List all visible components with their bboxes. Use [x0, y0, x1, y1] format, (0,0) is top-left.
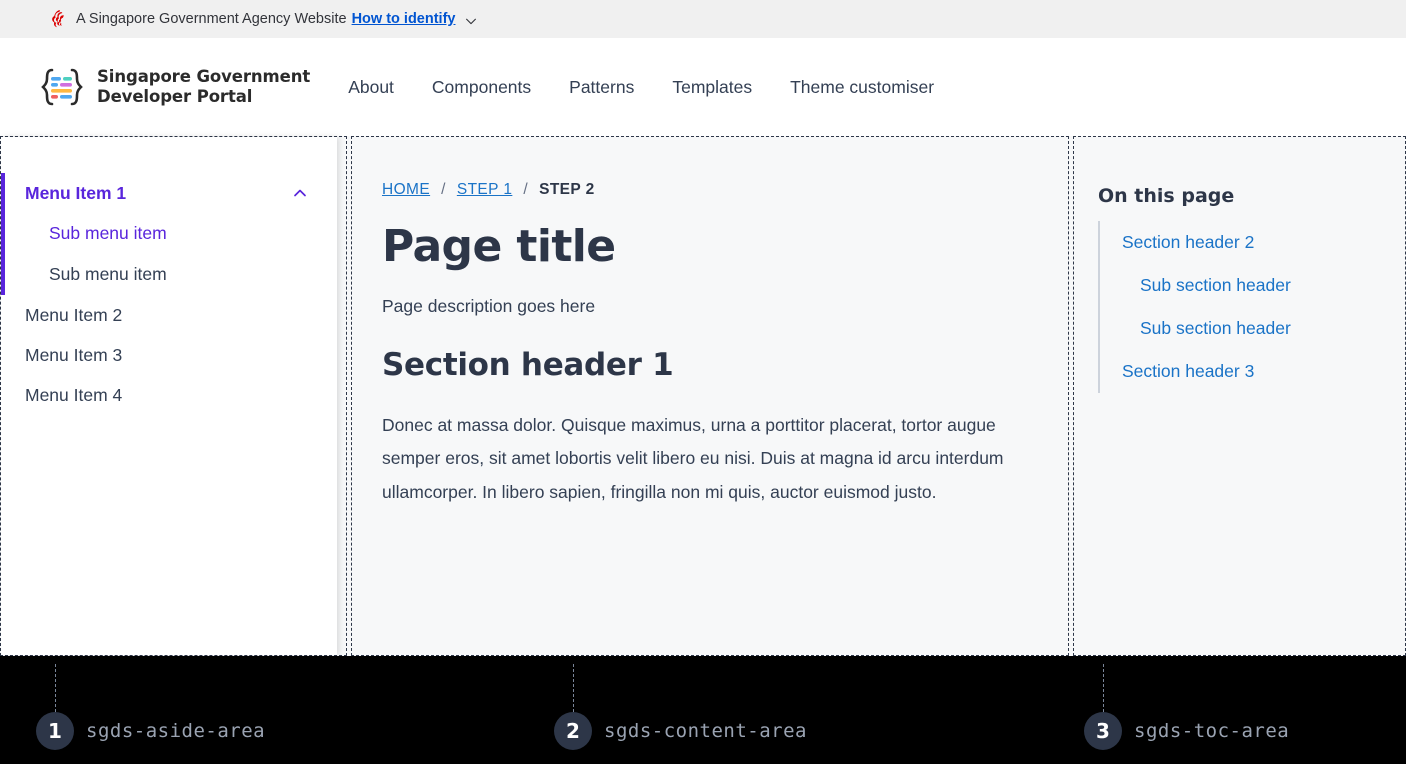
nav-link-about[interactable]: About	[348, 77, 394, 98]
brand-line-2: Developer Portal	[97, 87, 253, 106]
callout-content: 2 sgds-content-area	[554, 664, 807, 750]
toc-list: Section header 2 Sub section header Sub …	[1098, 221, 1385, 393]
sgds-aside-area: Menu Item 1 Sub menu item Sub menu item …	[0, 136, 347, 656]
sgds-braces-logo-icon	[41, 68, 83, 106]
sidebar-subitem-1[interactable]: Sub menu item	[5, 213, 337, 254]
nav-link-templates[interactable]: Templates	[672, 77, 752, 98]
breadcrumb-separator: /	[523, 181, 529, 198]
page-description: Page description goes here	[382, 296, 596, 316]
callout-label-toc: sgds-toc-area	[1134, 720, 1290, 742]
sidebar-item-menu-item-4[interactable]: Menu Item 4	[1, 375, 337, 415]
section-body-text: Donec at massa dolor. Quisque maximus, u…	[382, 415, 1004, 502]
masthead-bar: A Singapore Government Agency Website Ho…	[0, 0, 1406, 38]
sidebar-item-label: Menu Item 3	[25, 344, 123, 365]
callout-badge-1: 1	[36, 712, 74, 750]
chevron-down-icon[interactable]	[464, 14, 478, 28]
callout-toc: 3 sgds-toc-area	[1084, 664, 1290, 750]
callout-leader-line	[55, 664, 56, 712]
masthead-text: A Singapore Government Agency Website	[76, 11, 347, 27]
breadcrumb-separator: /	[441, 181, 446, 198]
toc-title: On this page	[1098, 185, 1235, 207]
page-title: Page title	[382, 221, 616, 272]
sidebar-item-menu-item-3[interactable]: Menu Item 3	[1, 335, 337, 375]
sidebar-item-label: Menu Item 4	[25, 384, 123, 405]
sidebar-group-1: Menu Item 1 Sub menu item Sub menu item	[1, 173, 337, 295]
callout-badge-3: 3	[1084, 712, 1122, 750]
section-header-1: Section header 1	[382, 347, 674, 383]
callout-label-content: sgds-content-area	[604, 720, 807, 742]
callout-leader-line	[1103, 664, 1104, 712]
side-nav: Menu Item 1 Sub menu item Sub menu item …	[1, 137, 337, 655]
chevron-up-icon[interactable]	[291, 184, 309, 202]
site-header: Singapore Government Developer Portal Ab…	[0, 38, 1406, 136]
brand-text: Singapore Government Developer Portal	[97, 67, 310, 107]
sidebar-subitem-2[interactable]: Sub menu item	[5, 254, 337, 295]
toc-link-section-header-3[interactable]: Section header 3	[1100, 350, 1385, 393]
callout-aside: 1 sgds-aside-area	[36, 664, 266, 750]
breadcrumb-current-step-2: STEP 2	[539, 181, 595, 198]
how-to-identify-link[interactable]: How to identify	[352, 11, 456, 27]
sgds-toc-area: On this page Section header 2 Sub sectio…	[1073, 136, 1406, 656]
nav-link-patterns[interactable]: Patterns	[569, 77, 634, 98]
sgds-content-area: HOME / STEP 1 / STEP 2 Page title Page d…	[351, 136, 1069, 656]
sidebar-item-label: Menu Item 1	[25, 182, 127, 203]
singapore-lion-icon	[52, 10, 64, 28]
callout-leader-line	[573, 664, 574, 712]
toc-link-sub-section-header-1[interactable]: Sub section header	[1100, 264, 1385, 307]
breadcrumb-link-home[interactable]: HOME	[382, 181, 430, 199]
brand-logo[interactable]: Singapore Government Developer Portal	[38, 63, 310, 111]
main-nav: About Components Patterns Templates Them…	[348, 77, 934, 98]
toc-link-section-header-2[interactable]: Section header 2	[1100, 221, 1385, 264]
toc-link-sub-section-header-2[interactable]: Sub section header	[1100, 307, 1385, 350]
breadcrumb: HOME / STEP 1 / STEP 2	[382, 181, 1034, 199]
nav-link-components[interactable]: Components	[432, 77, 531, 98]
nav-link-theme-customiser[interactable]: Theme customiser	[790, 77, 934, 98]
brand-line-1: Singapore Government	[97, 66, 311, 86]
breadcrumb-link-step-1[interactable]: STEP 1	[457, 181, 513, 199]
page-layout: Menu Item 1 Sub menu item Sub menu item …	[0, 136, 1406, 656]
sidebar-item-menu-item-2[interactable]: Menu Item 2	[1, 295, 337, 335]
callout-strip: 1 sgds-aside-area 2 sgds-content-area 3 …	[0, 656, 1406, 764]
callout-label-aside: sgds-aside-area	[86, 720, 266, 742]
sidebar-item-label: Menu Item 2	[25, 304, 123, 325]
callout-badge-2: 2	[554, 712, 592, 750]
sidebar-item-menu-item-1[interactable]: Menu Item 1	[5, 173, 337, 213]
